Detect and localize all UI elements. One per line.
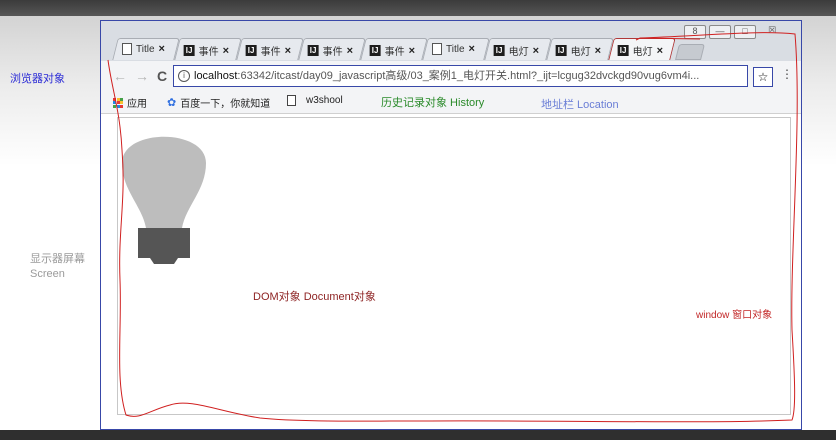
tab-strip: Title × IJ 事件 × IJ 事件 × IJ 事件 × IJ 事件 × Title × IJ… bbox=[112, 38, 705, 60]
minimize-button[interactable]: — bbox=[709, 25, 731, 39]
window-controls: 8 — □ ☒ bbox=[684, 25, 785, 39]
tab-title: Title bbox=[136, 43, 155, 55]
address-bar[interactable]: i localhost:63342/itcast/day09_javascript… bbox=[173, 65, 748, 87]
intellij-icon: IJ bbox=[369, 45, 381, 56]
bookmark-apps[interactable]: 应用 bbox=[113, 95, 147, 110]
tab-title: 事件 bbox=[384, 47, 405, 58]
bookmark-baidu-label: 百度一下，你就知道 bbox=[180, 99, 271, 110]
page-content: DOM对象 Document对象 window 窗口对象 bbox=[117, 117, 791, 415]
new-tab-button[interactable] bbox=[675, 44, 705, 60]
user-profile-button[interactable]: 8 bbox=[684, 25, 706, 39]
toolbar: ← → C i localhost:63342/itcast/day09_java… bbox=[101, 61, 801, 91]
bottom-dark-strip bbox=[0, 430, 836, 440]
tab-close-button[interactable]: × bbox=[595, 45, 601, 57]
intellij-icon: IJ bbox=[617, 45, 629, 56]
tab-close-button[interactable]: × bbox=[657, 45, 663, 57]
dom-annotation: DOM对象 Document对象 bbox=[253, 291, 376, 303]
reload-button[interactable]: C bbox=[157, 68, 167, 84]
tab-close-button[interactable]: × bbox=[347, 45, 353, 57]
location-annotation: 地址栏 Location bbox=[541, 99, 619, 111]
back-button[interactable]: ← bbox=[113, 68, 127, 84]
window-annotation: window 窗口对象 bbox=[696, 310, 773, 321]
intellij-icon: IJ bbox=[183, 45, 195, 56]
tab-title: 电灯 bbox=[508, 47, 529, 58]
doc-icon bbox=[432, 43, 442, 55]
intellij-icon: IJ bbox=[245, 45, 257, 56]
tab-title: 事件 bbox=[198, 47, 219, 58]
bookmark-w3school-label: w3shool bbox=[306, 95, 343, 106]
menu-button[interactable]: ⋮ bbox=[781, 67, 793, 81]
tab-close-button[interactable]: × bbox=[409, 45, 415, 57]
tab-close-button[interactable]: × bbox=[159, 43, 165, 55]
screen-label-line1: 显示器屏幕 bbox=[30, 253, 85, 265]
top-dark-strip bbox=[0, 0, 836, 16]
browser-window: 8 — □ ☒ Title × IJ 事件 × IJ 事件 × IJ 事件 × IJ 事件 × T… bbox=[100, 20, 802, 430]
bookmark-w3school[interactable]: w3shool bbox=[287, 95, 343, 106]
baidu-paw-icon: ✿ bbox=[167, 97, 177, 109]
tab-4[interactable]: IJ 事件 × bbox=[298, 38, 366, 60]
bookmark-star-icon[interactable]: ☆ bbox=[753, 67, 773, 87]
tab-5[interactable]: IJ 事件 × bbox=[360, 38, 428, 60]
screen-label-line2: Screen bbox=[30, 268, 65, 280]
close-window-button[interactable]: ☒ bbox=[759, 25, 785, 37]
info-icon[interactable]: i bbox=[178, 70, 190, 83]
page-icon bbox=[287, 95, 296, 106]
tab-1[interactable]: Title × bbox=[112, 38, 180, 60]
browser-object-label: 浏览器对象 bbox=[10, 73, 65, 85]
screen-object-label: 显示器屏幕 Screen bbox=[30, 252, 100, 282]
forward-button[interactable]: → bbox=[135, 68, 149, 84]
tab-active[interactable]: IJ 电灯 × bbox=[608, 38, 676, 60]
tab-close-button[interactable]: × bbox=[223, 45, 229, 57]
doc-icon bbox=[122, 43, 132, 55]
light-bulb-icon bbox=[122, 136, 206, 264]
tab-close-button[interactable]: × bbox=[469, 43, 475, 55]
tab-bar: 8 — □ ☒ Title × IJ 事件 × IJ 事件 × IJ 事件 × IJ 事件 × T… bbox=[101, 21, 801, 61]
intellij-icon: IJ bbox=[555, 45, 567, 56]
url-host: localhost bbox=[194, 70, 238, 82]
tab-3[interactable]: IJ 事件 × bbox=[236, 38, 304, 60]
tab-title: 电灯 bbox=[570, 47, 591, 58]
tab-title: 电灯 bbox=[632, 47, 653, 58]
bookmark-apps-label: 应用 bbox=[127, 99, 147, 110]
bookmark-baidu[interactable]: ✿ 百度一下，你就知道 bbox=[167, 95, 270, 110]
tab-2[interactable]: IJ 事件 × bbox=[174, 38, 242, 60]
apps-grid-icon bbox=[113, 97, 123, 108]
tab-8[interactable]: IJ 电灯 × bbox=[546, 38, 614, 60]
tab-close-button[interactable]: × bbox=[285, 45, 291, 57]
history-annotation: 历史记录对象 History bbox=[381, 97, 485, 109]
tab-title: 事件 bbox=[322, 47, 343, 58]
tab-7[interactable]: IJ 电灯 × bbox=[484, 38, 552, 60]
tab-close-button[interactable]: × bbox=[533, 45, 539, 57]
url-path: :63342/itcast/day09_javascript高级/03_案例1_… bbox=[237, 70, 700, 82]
tab-title: 事件 bbox=[260, 47, 281, 58]
intellij-icon: IJ bbox=[307, 45, 319, 56]
intellij-icon: IJ bbox=[493, 45, 505, 56]
tab-title: Title bbox=[446, 43, 465, 55]
maximize-button[interactable]: □ bbox=[734, 25, 756, 39]
tab-6[interactable]: Title × bbox=[422, 38, 490, 60]
